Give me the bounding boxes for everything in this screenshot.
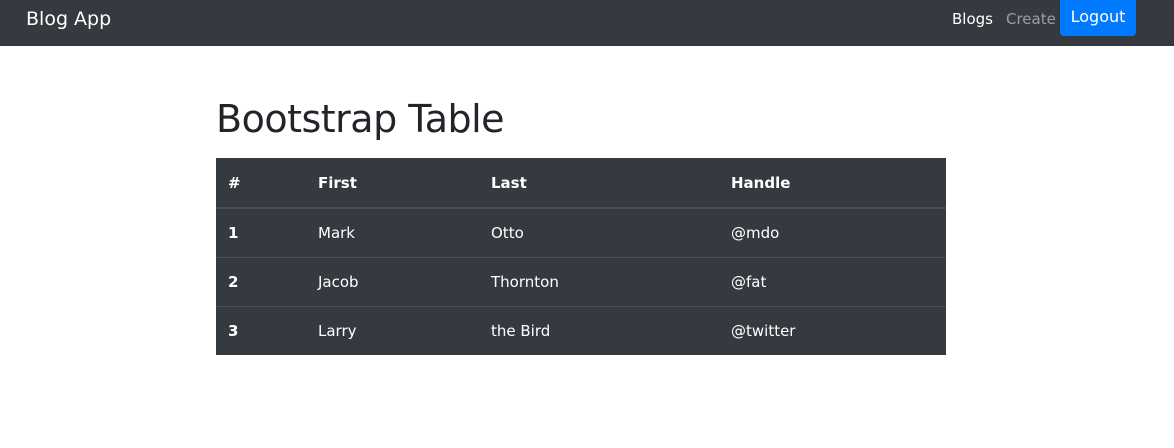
cell-first: Mark: [318, 223, 355, 242]
cell-last: Thornton: [479, 256, 719, 306]
brand-link[interactable]: Blog App: [26, 8, 111, 30]
cell-last: the Bird: [479, 305, 719, 355]
row-number: 3: [216, 305, 306, 355]
row-number: 2: [216, 256, 306, 306]
column-header: #: [216, 158, 306, 209]
nav-link-blogs[interactable]: Blogs: [952, 10, 993, 28]
cell-handle: @fat: [719, 256, 946, 306]
cell-handle: @mdo: [731, 223, 780, 242]
table-row: 3 Larry the Bird @twitter: [216, 305, 946, 355]
cell-first: Jacob: [306, 256, 479, 306]
cell-last: Otto: [491, 223, 524, 242]
cell-first: Larry: [306, 305, 479, 355]
nav-link-create[interactable]: Create: [1006, 10, 1056, 28]
cell-handle: @twitter: [719, 305, 946, 355]
column-header: Last: [479, 158, 719, 209]
row-number: 1: [228, 223, 239, 242]
table-row: 1 Mark Otto @mdo: [216, 208, 946, 257]
data-table: # First Last Handle 1 Mark Otto @mdo 2 J…: [216, 158, 946, 355]
logout-button[interactable]: Logout: [1060, 0, 1136, 36]
navbar: Blog App Blogs Create Logout: [0, 0, 1174, 46]
table-row: 2 Jacob Thornton @fat: [216, 256, 946, 306]
column-header: First: [306, 158, 479, 209]
table-header-row: # First Last Handle: [216, 158, 946, 209]
column-header: Handle: [719, 158, 946, 209]
page-title: Bootstrap Table: [216, 97, 505, 141]
